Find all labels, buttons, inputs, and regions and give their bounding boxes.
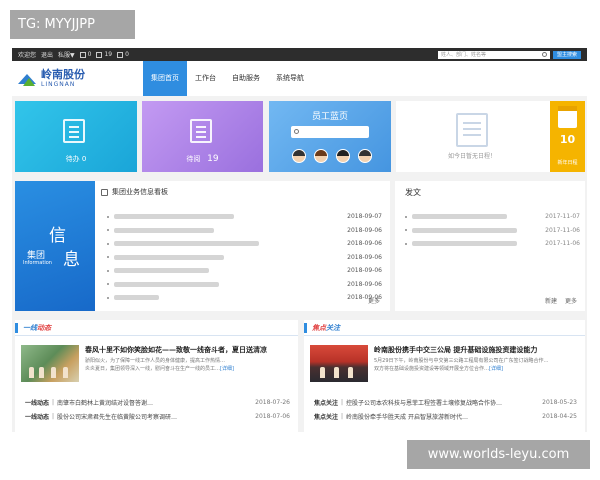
doc-counter[interactable]: 19	[96, 51, 112, 58]
fawen-list: 2017-11-07 2017-11-06 2017-11-06	[405, 210, 580, 251]
board-more-link[interactable]: 更多	[368, 296, 380, 305]
user-menu[interactable]: 私服▼	[58, 50, 75, 59]
welcome-text: 欢迎您	[18, 52, 37, 59]
clipboard-icon	[456, 113, 488, 147]
tiles-row: 待办 0 待阅 19 员工蓝页 如今日暂无日程！ 10 新年日程	[15, 101, 585, 172]
reading-doc-icon	[190, 119, 212, 143]
board-icon	[101, 188, 108, 196]
nav-workbench[interactable]: 工作台	[187, 61, 224, 96]
focus-title: 焦点关注	[312, 324, 340, 332]
focus-summary: 5月29日下午，岭南股份与中交第三公路工程局有限公司在广东签订战略合作… 双方将在…	[374, 358, 549, 372]
list-item[interactable]: 2018-09-06	[107, 278, 382, 292]
avatar[interactable]	[358, 149, 372, 163]
frontline-news-panel: 一线动态 春风十里不如你笑脸如花——致敬一线奋斗者，夏日送清凉 骄阳似火，为了保…	[15, 320, 298, 432]
news-row[interactable]: 一线动态 | 股份公司宋肃君先生在临黄陂公司考察调研… 2018-07-06	[25, 410, 290, 422]
list-item[interactable]: 2018-09-07	[107, 210, 382, 224]
banner-char-1: 信	[49, 226, 66, 246]
logo[interactable]: 岭南股份 LINGNAN	[12, 69, 143, 88]
avatar[interactable]	[314, 149, 328, 163]
list-item[interactable]: 2018-09-06	[107, 251, 382, 265]
fawen-footer: 新建 更多	[545, 296, 577, 305]
news-row[interactable]: 一线动态 | 南肇市白鹤林上黄润结对设督答谢… 2018-07-26	[25, 396, 290, 408]
calendar-icon	[558, 106, 577, 128]
document-icon	[96, 51, 103, 58]
fawen-title: 发文	[405, 188, 421, 197]
search-input[interactable]: 姓人、部门、姓名等	[437, 50, 550, 59]
logo-cn: 岭南股份	[41, 68, 85, 81]
search-icon	[294, 129, 299, 134]
list-item[interactable]: 2018-09-06	[107, 224, 382, 238]
list-item[interactable]: 2017-11-07	[405, 210, 580, 224]
schedule-tile: 如今日暂无日程！ 10 新年日程	[396, 101, 585, 172]
list-item[interactable]: 2018-09-06	[107, 264, 382, 278]
employee-title: 员工蓝页	[311, 112, 348, 122]
banner-en: Information	[23, 260, 52, 266]
board-banner: 信 息 集团 Information	[15, 181, 95, 311]
focus-header: 焦点关注	[304, 320, 585, 336]
fawen-more-link[interactable]: 更多	[565, 296, 577, 305]
main-nav: 集团首页 工作台 自助服务 系统导航	[143, 61, 312, 96]
frontline-summary: 骄阳似火，为了保障一线工作人员的身体健康，提高工作热情… 炎炎夏日，集团领导深入一…	[85, 358, 234, 372]
list-item[interactable]: 2017-11-06	[405, 237, 580, 251]
board-list: 2018-09-07 2018-09-06 2018-09-06 2018-09…	[107, 210, 382, 305]
reading-stat: 待阅 19	[186, 154, 219, 164]
top-bar: 欢迎您 退出 私服▼ 0 19 0 姓人、部门、姓名等 盟主搜索	[12, 48, 587, 61]
news-row[interactable]: 焦点关注 | 控股子公司本农科技与恩菲工程签署土壤修复战略合作协… 2018-05-2…	[314, 396, 577, 408]
todo-doc-icon	[63, 119, 85, 143]
focus-photo[interactable]	[310, 345, 368, 382]
frontline-header: 一线动态	[15, 320, 298, 336]
calendar-day: 10	[559, 133, 576, 146]
avatar[interactable]	[336, 149, 350, 163]
board-title: 集团业务信息看板	[112, 188, 168, 196]
employee-avatars	[292, 149, 372, 163]
checkbox-icon	[79, 51, 86, 58]
schedule-empty-text: 如今日暂无日程！	[447, 153, 496, 160]
todo-tile[interactable]: 待办 0	[15, 101, 137, 172]
logo-en: LINGNAN	[41, 81, 76, 88]
top-search: 姓人、部门、姓名等 盟主搜索	[437, 50, 581, 59]
todo-count: 待办 0	[65, 155, 87, 163]
list-item[interactable]: 2018-09-06	[107, 237, 382, 251]
nav-system[interactable]: 系统导航	[268, 61, 312, 96]
focus-detail-link[interactable]: [详细]	[489, 366, 503, 372]
business-board: 信 息 集团 Information 集团业务信息看板 2018-09-07 2…	[15, 181, 390, 311]
fawen-panel: 发文 2017-11-07 2017-11-06 2017-11-06 新建 更…	[395, 181, 585, 311]
banner-char-2: 息	[63, 250, 80, 270]
portal-frame: 欢迎您 退出 私服▼ 0 19 0 姓人、部门、姓名等 盟主搜索 岭南股份 LI…	[12, 48, 587, 432]
employee-search-input[interactable]	[291, 126, 369, 138]
mail-counter[interactable]: 0	[117, 51, 129, 58]
news-row[interactable]: 焦点关注 | 岭南股份牵手华胜天成 开启智慧旅游新时代… 2018-04-25	[314, 410, 577, 422]
frontline-photo[interactable]	[21, 345, 79, 382]
avatar[interactable]	[292, 149, 306, 163]
watermark-bottom: www.worlds-leyu.com	[407, 440, 590, 469]
calendar-tile[interactable]: 10 新年日程	[550, 101, 585, 172]
frontline-title: 一线动态	[23, 324, 51, 332]
task-counter[interactable]: 0	[79, 51, 91, 58]
logo-mark-icon	[18, 70, 36, 88]
mail-icon	[117, 51, 124, 58]
calendar-label: 新年日程	[557, 160, 578, 166]
reading-tile[interactable]: 待阅 19	[142, 101, 263, 172]
focus-news-panel: 焦点关注 岭南股份携手中交三公局 提升基础设施投资建设能力 5月29日下午，岭南…	[304, 320, 585, 432]
board-header: 集团业务信息看板	[101, 187, 168, 197]
nav-self-service[interactable]: 自助服务	[224, 61, 268, 96]
watermark-top: TG: MYYJJPP	[10, 10, 135, 39]
frontline-detail-link[interactable]: [详细]	[220, 366, 234, 372]
search-icon[interactable]	[541, 51, 547, 57]
list-item[interactable]: 2018-09-06	[107, 291, 382, 305]
employee-tile: 员工蓝页	[269, 101, 391, 172]
list-item[interactable]: 2017-11-06	[405, 224, 580, 238]
search-button[interactable]: 盟主搜索	[552, 50, 581, 59]
fawen-new-link[interactable]: 新建	[545, 296, 557, 305]
logout-link[interactable]: 退出	[41, 50, 53, 59]
focus-headline[interactable]: 岭南股份携手中交三公局 提升基础设施投资建设能力	[374, 345, 537, 355]
header: 岭南股份 LINGNAN 集团首页 工作台 自助服务 系统导航	[12, 61, 587, 96]
nav-group-home[interactable]: 集团首页	[143, 61, 187, 96]
reading-count: 19	[207, 154, 219, 164]
frontline-headline[interactable]: 春风十里不如你笑脸如花——致敬一线奋斗者，夏日送清凉	[85, 345, 267, 355]
